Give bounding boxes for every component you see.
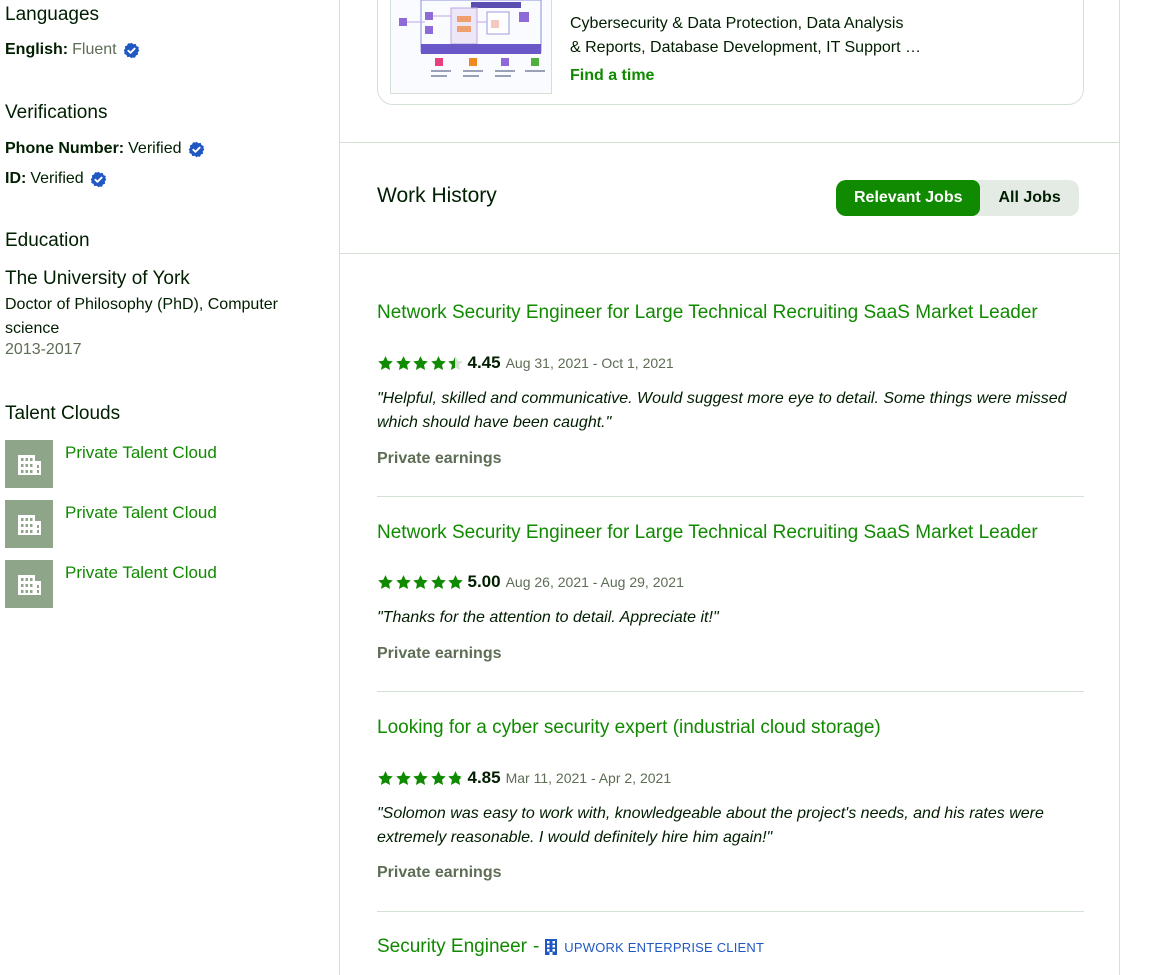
job-earnings: Private earnings	[377, 864, 502, 881]
verified-badge-icon	[90, 171, 106, 187]
language-level: Fluent	[72, 41, 117, 58]
job-title-row: Security Engineer - UPWORK ENTERPRISE CL…	[377, 936, 1084, 958]
job-title-link[interactable]: Looking for a cyber security expert (ind…	[377, 717, 1084, 739]
consultation-card[interactable]: Cybersecurity & Data Protection, Data An…	[377, 0, 1084, 105]
verification-phone: Phone Number: Verified	[5, 140, 205, 158]
star-icon	[448, 770, 463, 785]
verifications-heading: Verifications	[5, 102, 108, 123]
star-icon	[413, 574, 428, 589]
work-history-filter: Relevant Jobs All Jobs	[836, 180, 1079, 216]
education-degree: Doctor of Philosophy (PhD), Computer sci…	[5, 296, 278, 337]
job-item: Network Security Engineer for Large Tech…	[377, 522, 1084, 662]
star-icon	[448, 574, 463, 589]
client-feedback: "Thanks for the attention to detail. App…	[377, 609, 719, 626]
job-item: Looking for a cyber security expert (ind…	[377, 717, 1084, 881]
star-icon	[395, 574, 411, 589]
skills-line: Cybersecurity & Data Protection, Data An…	[570, 15, 904, 32]
job-rating: 4.85 Mar 11, 2021 - Apr 2, 2021	[377, 768, 671, 788]
building-icon	[5, 560, 53, 608]
job-title-link[interactable]: Security Engineer	[377, 936, 527, 958]
divider	[377, 911, 1084, 912]
language-item: English: Fluent	[5, 41, 140, 59]
job-item: Security Engineer - UPWORK ENTERPRISE CL…	[377, 936, 1084, 958]
rating-score: 4.85	[467, 768, 501, 787]
talent-cloud-link[interactable]: Private Talent Cloud	[65, 563, 217, 583]
star-icon	[378, 574, 393, 589]
star-icon	[430, 574, 446, 589]
rating-score: 4.45	[467, 353, 501, 372]
divider	[340, 253, 1119, 254]
star-rating	[377, 355, 465, 372]
job-rating: 4.45 Aug 31, 2021 - Oct 1, 2021	[377, 353, 674, 373]
star-rating	[377, 574, 465, 591]
client-feedback: "Helpful, skilled and communicative. Wou…	[377, 390, 1067, 431]
verification-value: Verified	[128, 140, 182, 157]
job-rating: 5.00 Aug 26, 2021 - Aug 29, 2021	[377, 572, 684, 592]
star-icon	[395, 355, 411, 370]
star-icon	[378, 355, 393, 370]
divider	[377, 496, 1084, 497]
talent-clouds-heading: Talent Clouds	[5, 403, 121, 424]
relevant-jobs-tab[interactable]: Relevant Jobs	[836, 180, 981, 216]
talent-cloud-item[interactable]: Private Talent Cloud	[5, 440, 325, 488]
job-dates: Aug 31, 2021 - Oct 1, 2021	[505, 355, 674, 371]
job-item: Network Security Engineer for Large Tech…	[377, 302, 1084, 467]
education-heading: Education	[5, 230, 90, 251]
verification-id: ID: Verified	[5, 170, 107, 188]
star-icon	[430, 355, 446, 370]
divider	[377, 691, 1084, 692]
main-content: Cybersecurity & Data Protection, Data An…	[339, 0, 1120, 975]
profile-sidebar: Languages English: Fluent Verifications …	[0, 0, 339, 975]
verified-badge-icon	[123, 42, 139, 58]
building-icon	[5, 440, 53, 488]
education-years: 2013-2017	[5, 341, 82, 358]
building-icon	[545, 939, 558, 955]
work-history-heading: Work History	[377, 184, 497, 207]
star-rating	[377, 770, 465, 787]
building-icon	[5, 500, 53, 548]
skills-line: & Reports, Database Development, IT Supp…	[570, 39, 921, 56]
job-earnings: Private earnings	[377, 450, 502, 467]
star-icon	[448, 355, 463, 370]
talent-cloud-link[interactable]: Private Talent Cloud	[65, 503, 217, 523]
star-icon	[430, 770, 446, 785]
enterprise-client-tag: UPWORK ENTERPRISE CLIENT	[543, 938, 764, 956]
job-title-link[interactable]: Network Security Engineer for Large Tech…	[377, 522, 1084, 544]
star-icon	[413, 355, 428, 370]
divider	[340, 142, 1119, 143]
education-school: The University of York	[5, 268, 190, 289]
language-name: English:	[5, 41, 69, 58]
verification-label: Phone Number:	[5, 140, 125, 157]
client-feedback: "Solomon was easy to work with, knowledg…	[377, 805, 1044, 846]
job-earnings: Private earnings	[377, 645, 502, 662]
talent-cloud-item[interactable]: Private Talent Cloud	[5, 560, 325, 608]
find-a-time-link[interactable]: Find a time	[570, 67, 654, 85]
talent-cloud-link[interactable]: Private Talent Cloud	[65, 443, 217, 463]
verification-label: ID:	[5, 170, 27, 187]
job-dates: Aug 26, 2021 - Aug 29, 2021	[505, 574, 684, 590]
star-icon	[395, 770, 411, 785]
star-icon	[413, 770, 428, 785]
verification-value: Verified	[30, 170, 84, 187]
verified-badge-icon	[188, 141, 204, 157]
rating-score: 5.00	[467, 572, 501, 591]
enterprise-client-label: UPWORK ENTERPRISE CLIENT	[564, 939, 765, 955]
job-title-link[interactable]: Network Security Engineer for Large Tech…	[377, 302, 1084, 324]
star-icon	[378, 770, 393, 785]
languages-heading: Languages	[5, 4, 100, 25]
title-separator: -	[532, 936, 540, 957]
job-dates: Mar 11, 2021 - Apr 2, 2021	[505, 770, 672, 786]
project-thumbnail[interactable]	[390, 0, 552, 94]
all-jobs-tab[interactable]: All Jobs	[980, 180, 1078, 216]
consultation-skills: Cybersecurity & Data Protection, Data An…	[570, 12, 950, 60]
talent-cloud-item[interactable]: Private Talent Cloud	[5, 500, 325, 548]
